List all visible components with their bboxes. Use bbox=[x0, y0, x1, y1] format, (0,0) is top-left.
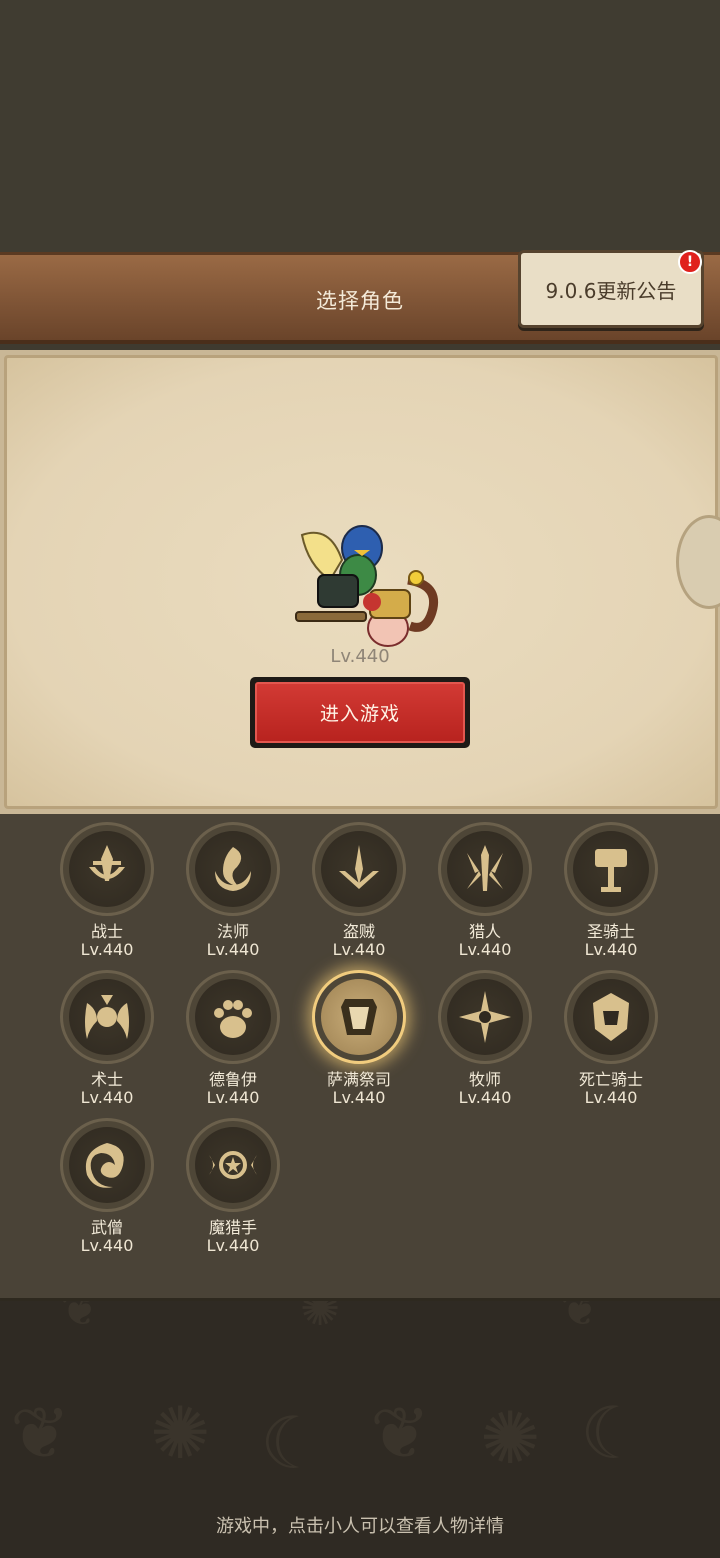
class-item-shaman[interactable]: 萨满祭司 Lv.440 bbox=[304, 970, 414, 1110]
class-level: Lv.440 bbox=[80, 940, 134, 959]
class-level: Lv.440 bbox=[80, 1088, 134, 1107]
class-item-monk[interactable]: 武僧 Lv.440 bbox=[52, 1118, 162, 1258]
update-notice-label: 9.0.6更新公告 bbox=[545, 279, 677, 303]
pattern-icon: ❦ bbox=[60, 1301, 101, 1337]
warlock-icon bbox=[85, 995, 129, 1039]
class-name: 法师 bbox=[216, 922, 249, 941]
class-icon-frame bbox=[186, 822, 280, 916]
class-name: 术士 bbox=[90, 1070, 123, 1089]
druid-icon bbox=[214, 1000, 252, 1038]
warrior-icon bbox=[89, 845, 125, 881]
class-icon-frame bbox=[186, 1118, 280, 1212]
class-level: Lv.440 bbox=[332, 940, 386, 959]
pattern-icon: ✺ bbox=[150, 1391, 211, 1475]
class-name: 死亡骑士 bbox=[578, 1070, 643, 1089]
class-icon-frame bbox=[60, 1118, 154, 1212]
class-icon-frame bbox=[438, 822, 532, 916]
class-icon-frame bbox=[312, 822, 406, 916]
class-item-warrior[interactable]: 战士 Lv.440 bbox=[52, 822, 162, 962]
class-icon-frame bbox=[312, 970, 406, 1064]
class-level: Lv.440 bbox=[584, 940, 638, 959]
class-item-warlock[interactable]: 术士 Lv.440 bbox=[52, 970, 162, 1110]
mage-icon bbox=[215, 847, 251, 891]
class-name: 盗贼 bbox=[342, 922, 375, 941]
character-level: Lv.440 bbox=[330, 646, 390, 667]
class-level: Lv.440 bbox=[206, 1088, 260, 1107]
class-item-druid[interactable]: 德鲁伊 Lv.440 bbox=[178, 970, 288, 1110]
pattern-icon: ☾ bbox=[260, 1401, 325, 1485]
class-level: Lv.440 bbox=[332, 1088, 386, 1107]
class-level: Lv.440 bbox=[458, 1088, 512, 1107]
class-level: Lv.440 bbox=[206, 1236, 260, 1255]
demon-hunter-icon bbox=[209, 1151, 257, 1179]
monk-icon bbox=[85, 1143, 124, 1188]
class-icon-frame bbox=[564, 822, 658, 916]
enter-game-button[interactable]: 进入游戏 bbox=[250, 677, 470, 748]
pattern-icon: ❦ bbox=[10, 1391, 71, 1475]
update-notice-button[interactable]: 9.0.6更新公告 bbox=[518, 250, 704, 328]
class-item-priest[interactable]: 牧师 Lv.440 bbox=[430, 970, 540, 1110]
enter-game-label: 进入游戏 bbox=[255, 682, 465, 743]
shaman-icon bbox=[341, 999, 377, 1035]
class-name: 牧师 bbox=[468, 1070, 501, 1089]
class-icon-frame bbox=[438, 970, 532, 1064]
paladin-icon bbox=[595, 849, 627, 892]
class-level: Lv.440 bbox=[80, 1236, 134, 1255]
class-name: 魔猎手 bbox=[208, 1218, 257, 1237]
class-level: Lv.440 bbox=[458, 940, 512, 959]
rogue-icon bbox=[339, 845, 379, 889]
class-icon-frame bbox=[564, 970, 658, 1064]
class-name: 战士 bbox=[90, 922, 123, 941]
character-avatar[interactable] bbox=[290, 520, 450, 655]
pattern-icon: ✺ bbox=[300, 1301, 341, 1337]
class-icon-frame bbox=[186, 970, 280, 1064]
class-item-mage[interactable]: 法师 Lv.440 bbox=[178, 822, 288, 962]
class-item-hunter[interactable]: 猎人 Lv.440 bbox=[430, 822, 540, 962]
class-name: 德鲁伊 bbox=[208, 1070, 257, 1089]
pattern-icon: ❦ bbox=[370, 1391, 431, 1475]
hunter-icon bbox=[467, 845, 503, 891]
top-background bbox=[0, 0, 720, 252]
alert-badge-icon: ! bbox=[678, 250, 702, 274]
death-knight-icon bbox=[593, 993, 629, 1041]
class-item-rogue[interactable]: 盗贼 Lv.440 bbox=[304, 822, 414, 962]
pattern-icon: ❦ bbox=[560, 1301, 601, 1337]
pattern-icon: ☾ bbox=[580, 1391, 645, 1475]
class-level: Lv.440 bbox=[206, 940, 260, 959]
class-item-demon-hunter[interactable]: 魔猎手 Lv.440 bbox=[178, 1118, 288, 1258]
class-icon-frame bbox=[60, 822, 154, 916]
class-item-paladin[interactable]: 圣骑士 Lv.440 bbox=[556, 822, 666, 962]
class-name: 猎人 bbox=[468, 922, 501, 941]
pattern-icon: ✺ bbox=[480, 1396, 541, 1480]
class-icon-frame bbox=[60, 970, 154, 1064]
class-name: 萨满祭司 bbox=[326, 1070, 391, 1089]
class-level: Lv.440 bbox=[584, 1088, 638, 1107]
footer-hint: 游戏中，点击小人可以查看人物详情 bbox=[216, 1516, 504, 1537]
class-name: 圣骑士 bbox=[586, 922, 635, 941]
priest-icon bbox=[459, 991, 511, 1043]
class-name: 武僧 bbox=[90, 1218, 123, 1237]
class-item-death-knight[interactable]: 死亡骑士 Lv.440 bbox=[556, 970, 666, 1110]
